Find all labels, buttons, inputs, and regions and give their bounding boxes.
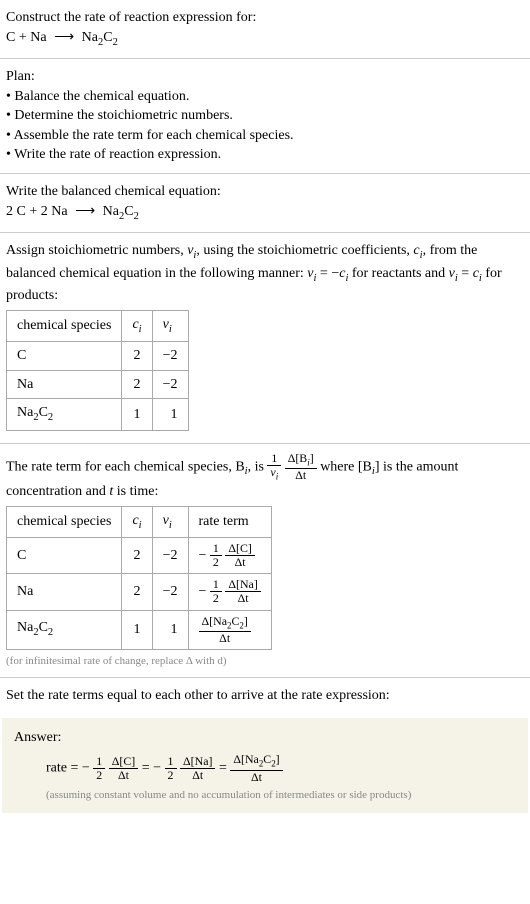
unbalanced-equation: C + Na ⟶ Na2C2 [6, 28, 524, 50]
cell-species: Na [7, 574, 122, 610]
cell-rate-term: Δ[Na2C2] Δt [188, 610, 271, 649]
reaction-arrow: ⟶ [50, 28, 78, 48]
fraction: Δ[Na]Δt [180, 755, 215, 782]
header-nui: νi [152, 506, 188, 537]
answer-expression: rate = − 12 Δ[C]Δt = − 12 Δ[Na]Δt = Δ[Na… [14, 753, 516, 783]
cell-c: 2 [122, 574, 152, 610]
fraction: 1 νi [267, 452, 281, 482]
plan-item: Balance the chemical equation. [6, 87, 524, 107]
stoichiometric-section: Assign stoichiometric numbers, νi, using… [0, 233, 530, 443]
header-ci: ci [122, 310, 152, 341]
header-ci: ci [122, 506, 152, 537]
table-row: Na 2 −2 − 12 Δ[Na]Δt [7, 574, 272, 610]
fraction: 12 [93, 755, 105, 782]
plan-title: Plan: [6, 67, 524, 87]
fraction: Δ[Na2C2] Δt [230, 753, 282, 783]
table-row: C 2 −2 − 12 Δ[C]Δt [7, 538, 272, 574]
answer-box: Answer: rate = − 12 Δ[C]Δt = − 12 Δ[Na]Δ… [2, 718, 528, 813]
balanced-title: Write the balanced chemical equation: [6, 182, 524, 202]
cell-nu: −2 [152, 574, 188, 610]
header-species: chemical species [7, 506, 122, 537]
table-header-row: chemical species ci νi rate term [7, 506, 272, 537]
table-row: Na2C2 1 1 Δ[Na2C2] Δt [7, 610, 272, 649]
header-rate-term: rate term [188, 506, 271, 537]
final-section: Set the rate terms equal to each other t… [0, 678, 530, 714]
answer-label: Answer: [14, 728, 516, 748]
cell-c: 1 [122, 399, 152, 430]
table-header-row: chemical species ci νi [7, 310, 189, 341]
plan-list: Balance the chemical equation. Determine… [6, 87, 524, 165]
fraction: Δ[C]Δt [225, 542, 255, 569]
table-row: Na 2 −2 [7, 370, 189, 399]
cell-species: Na2C2 [7, 399, 122, 430]
rate-term-table: chemical species ci νi rate term C 2 −2 … [6, 506, 272, 650]
cell-nu: −2 [152, 538, 188, 574]
plan-item: Assemble the rate term for each chemical… [6, 126, 524, 146]
cell-nu: −2 [152, 342, 188, 371]
prompt-text: Construct the rate of reaction expressio… [6, 8, 524, 28]
cell-species: Na2C2 [7, 610, 122, 649]
cell-nu: −2 [152, 370, 188, 399]
rate-term-section: The rate term for each chemical species,… [0, 444, 530, 677]
fraction: 12 [210, 578, 222, 605]
fraction: 12 [165, 755, 177, 782]
stoich-intro: Assign stoichiometric numbers, νi, using… [6, 241, 524, 306]
answer-note: (assuming constant volume and no accumul… [14, 788, 516, 803]
rate-term-intro: The rate term for each chemical species,… [6, 452, 524, 502]
table-row: Na2C2 1 1 [7, 399, 189, 430]
header-nui: νi [152, 310, 188, 341]
cell-nu: 1 [152, 399, 188, 430]
plan-item: Write the rate of reaction expression. [6, 145, 524, 165]
final-title: Set the rate terms equal to each other t… [6, 686, 524, 706]
balanced-equation: 2 C + 2 Na ⟶ Na2C2 [6, 202, 524, 224]
fraction: Δ[Bi] Δt [285, 452, 317, 482]
stoichiometric-table: chemical species ci νi C 2 −2 Na 2 −2 Na… [6, 310, 189, 431]
problem-statement: Construct the rate of reaction expressio… [0, 0, 530, 58]
cell-nu: 1 [152, 610, 188, 649]
reaction-arrow: ⟶ [71, 202, 99, 222]
fraction: Δ[Na]Δt [225, 578, 260, 605]
cell-c: 2 [122, 370, 152, 399]
cell-rate-term: − 12 Δ[Na]Δt [188, 574, 271, 610]
cell-c: 2 [122, 342, 152, 371]
fraction: Δ[C]Δt [109, 755, 139, 782]
fraction: 12 [210, 542, 222, 569]
cell-c: 1 [122, 610, 152, 649]
table-row: C 2 −2 [7, 342, 189, 371]
cell-species: C [7, 538, 122, 574]
balanced-section: Write the balanced chemical equation: 2 … [0, 174, 530, 232]
cell-c: 2 [122, 538, 152, 574]
cell-species: C [7, 342, 122, 371]
plan-section: Plan: Balance the chemical equation. Det… [0, 59, 530, 173]
rate-term-footnote: (for infinitesimal rate of change, repla… [6, 654, 524, 669]
fraction: Δ[Na2C2] Δt [199, 615, 251, 645]
header-species: chemical species [7, 310, 122, 341]
plan-item: Determine the stoichiometric numbers. [6, 106, 524, 126]
cell-species: Na [7, 370, 122, 399]
cell-rate-term: − 12 Δ[C]Δt [188, 538, 271, 574]
